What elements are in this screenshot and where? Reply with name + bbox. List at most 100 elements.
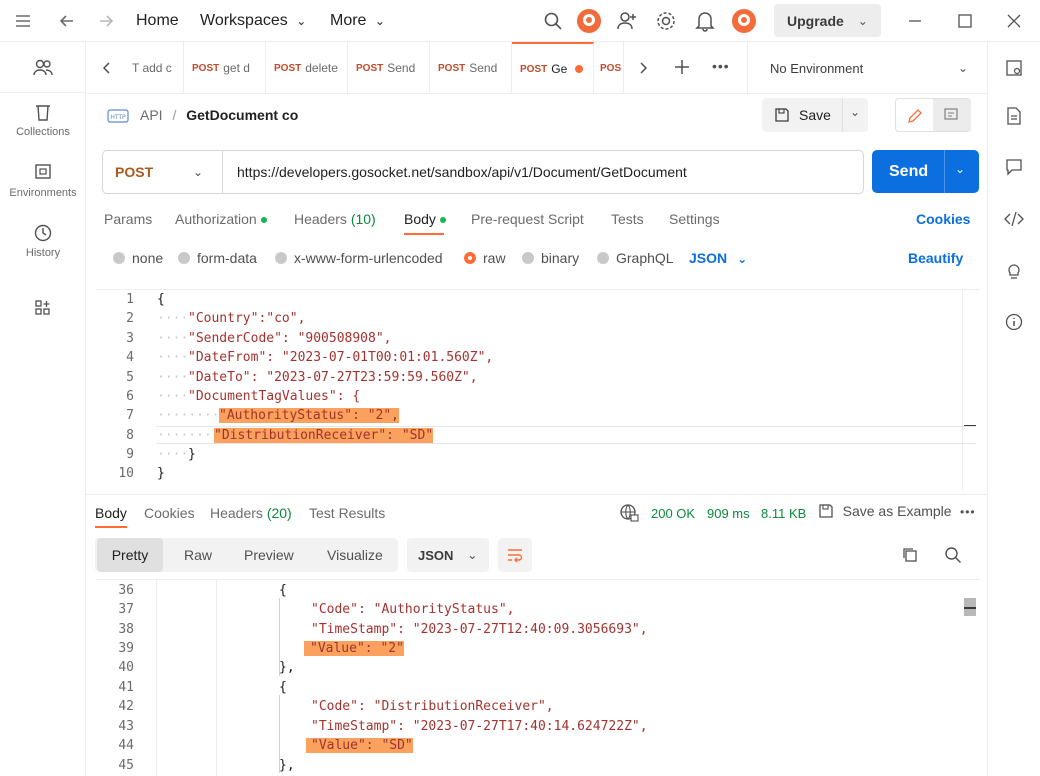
pencil-icon[interactable] <box>906 107 924 125</box>
save-button[interactable]: Save ⌄ <box>762 98 868 132</box>
format-label: JSON <box>418 547 454 563</box>
code-snippet-icon[interactable] <box>1004 210 1024 228</box>
tab-tests[interactable]: Tests <box>611 211 644 227</box>
workspaces-menu[interactable]: Workspaces ⌄ <box>200 12 306 30</box>
info-icon[interactable] <box>1005 313 1023 331</box>
chevron-down-icon[interactable]: ⌄ <box>955 162 965 176</box>
invite-user-icon[interactable] <box>616 10 638 32</box>
more-tabs-icon[interactable]: ••• <box>712 58 730 74</box>
response-time[interactable]: 909 ms <box>707 506 750 521</box>
back-arrow-icon[interactable] <box>57 11 77 31</box>
environment-selector[interactable]: No Environment ⌄ <box>762 42 982 94</box>
beautify-button[interactable]: Beautify <box>908 250 963 266</box>
radio-label: binary <box>541 250 580 266</box>
tab-prerequest-script[interactable]: Pre-request Script <box>471 211 584 227</box>
view-raw[interactable]: Raw <box>184 538 212 572</box>
close-window-icon[interactable] <box>1005 12 1023 30</box>
copy-icon[interactable] <box>901 546 919 564</box>
view-pretty[interactable]: Pretty <box>97 538 163 572</box>
line-number: 7 <box>126 408 134 423</box>
radio-urlencoded[interactable]: x-www-form-urlencoded <box>275 250 443 266</box>
upgrade-label: Upgrade <box>787 12 844 29</box>
response-tab-test-results[interactable]: Test Results <box>309 505 385 521</box>
sidebar-item-team[interactable] <box>0 58 86 82</box>
radio-raw[interactable]: raw <box>464 250 506 266</box>
status-code[interactable]: 200 OK <box>651 506 695 521</box>
request-body-editor[interactable]: 1 { 2 ···· "Country":"co", 3 ···· "Sende… <box>96 289 980 490</box>
breadcrumb-parent[interactable]: API <box>140 107 163 123</box>
bell-icon[interactable] <box>695 10 715 32</box>
comment-view-icon[interactable] <box>943 107 959 123</box>
tab-label: Authorization <box>175 211 257 227</box>
request-tab[interactable]: POS <box>594 42 624 94</box>
active-tab-underline <box>404 233 444 235</box>
response-tab-body[interactable]: Body <box>95 505 127 521</box>
radio-label: GraphQL <box>616 250 674 266</box>
request-tab[interactable]: POST Send <box>348 42 430 94</box>
tab-authorization[interactable]: Authorization <box>175 211 267 227</box>
sidebar-item-history[interactable]: History <box>0 223 86 259</box>
plus-icon[interactable] <box>673 58 691 76</box>
chevron-down-icon[interactable]: ⌄ <box>850 105 860 119</box>
code-line: "DateTo": "2023-07-27T23:59:59.560Z", <box>188 370 478 385</box>
sidebar-item-apps[interactable] <box>0 299 86 321</box>
radio-form-data[interactable]: form-data <box>178 250 257 266</box>
hamburger-menu-icon[interactable] <box>14 12 32 30</box>
user-avatar-icon[interactable] <box>730 7 758 35</box>
response-format-select[interactable]: JSON ⌄ <box>407 538 489 572</box>
more-menu[interactable]: More ⌄ <box>330 12 385 30</box>
radio-none[interactable]: none <box>113 250 163 266</box>
request-tab-active[interactable]: POST Ge <box>512 42 594 94</box>
minimize-window-icon[interactable] <box>906 12 924 30</box>
radio-binary[interactable]: binary <box>522 250 579 266</box>
line-number: 44 <box>118 738 134 753</box>
request-tab[interactable]: POST get d <box>184 42 266 94</box>
forward-arrow-icon[interactable] <box>96 11 116 31</box>
documentation-icon[interactable] <box>1005 106 1023 126</box>
postman-avatar-icon[interactable] <box>575 7 603 35</box>
wrap-lines-button[interactable] <box>498 538 532 572</box>
chevron-left-icon[interactable] <box>100 59 114 77</box>
response-tab-cookies[interactable]: Cookies <box>144 505 195 521</box>
body-format-select[interactable]: JSON ⌄ <box>689 250 747 266</box>
status-dot <box>439 217 446 224</box>
breadcrumb-current[interactable]: GetDocument co <box>186 107 298 123</box>
comments-icon[interactable] <box>1005 158 1023 176</box>
radio-label: raw <box>483 250 506 266</box>
method-select[interactable]: POST ⌄ <box>103 151 223 193</box>
tab-body[interactable]: Body <box>404 211 446 227</box>
gear-icon[interactable] <box>655 10 677 32</box>
globe-icon[interactable] <box>619 503 639 523</box>
save-example-button[interactable]: Save as Example <box>818 503 952 519</box>
radio-graphql[interactable]: GraphQL <box>597 250 674 266</box>
request-tab[interactable]: T add c <box>124 42 184 94</box>
cookies-link[interactable]: Cookies <box>916 211 970 227</box>
view-visualize[interactable]: Visualize <box>327 538 383 572</box>
send-button[interactable]: Send ⌄ <box>872 150 979 193</box>
search-icon[interactable] <box>944 546 962 564</box>
tab-settings[interactable]: Settings <box>669 211 720 227</box>
environment-quicklook-icon[interactable] <box>1005 59 1023 77</box>
maximize-window-icon[interactable] <box>956 12 974 30</box>
lightbulb-icon[interactable] <box>1005 261 1023 281</box>
home-link[interactable]: Home <box>136 12 179 30</box>
line-number: 1 <box>126 292 134 307</box>
sidebar-item-collections[interactable]: Collections <box>0 102 86 138</box>
request-tab[interactable]: POST Send <box>430 42 512 94</box>
tab-method: POST <box>356 62 384 74</box>
url-input[interactable]: https://developers.gosocket.net/sandbox/… <box>237 164 687 180</box>
sidebar-item-environments[interactable]: Environments <box>0 163 86 199</box>
chevron-right-icon[interactable] <box>636 59 650 77</box>
response-tab-headers[interactable]: Headers (20) <box>210 505 292 521</box>
request-tab[interactable]: POST delete <box>266 42 348 94</box>
upgrade-button[interactable]: Upgrade ⌄ <box>774 4 881 37</box>
response-size[interactable]: 8.11 KB <box>761 506 806 521</box>
line-number: 3 <box>126 331 134 346</box>
tab-params[interactable]: Params <box>104 211 152 227</box>
tab-headers[interactable]: Headers (10) <box>294 211 376 227</box>
search-icon[interactable] <box>543 11 563 31</box>
response-body-viewer[interactable]: 36 { 37 "Code": "AuthorityStatus", 38 "T… <box>96 579 980 776</box>
more-options-icon[interactable]: ••• <box>960 505 976 519</box>
view-preview[interactable]: Preview <box>244 538 294 572</box>
tab-name: get d <box>223 61 250 75</box>
